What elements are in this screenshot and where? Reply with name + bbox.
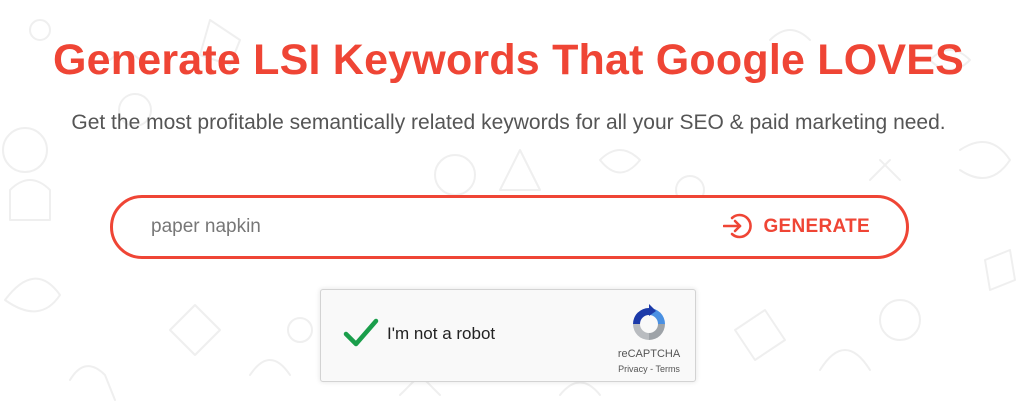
recaptcha-brand: reCAPTCHA	[617, 348, 681, 360]
recaptcha-label: I'm not a robot	[387, 324, 496, 343]
recaptcha-logo-icon	[629, 304, 669, 344]
enter-arrow-icon	[723, 213, 753, 242]
generate-button[interactable]: GENERATE	[723, 198, 870, 256]
keyword-search-bar: GENERATE	[110, 195, 909, 259]
page-title: Generate LSI Keywords That Google LOVES	[53, 36, 964, 84]
keyword-input[interactable]	[151, 198, 711, 256]
checkmark-icon[interactable]	[343, 316, 379, 350]
recaptcha-links: Privacy - Terms	[597, 364, 701, 374]
page-subtitle: Get the most profitable semantically rel…	[71, 111, 946, 134]
generate-button-label: GENERATE	[763, 216, 870, 237]
terms-link[interactable]: Terms	[655, 364, 680, 374]
privacy-link[interactable]: Privacy	[618, 364, 648, 374]
recaptcha-widget: I'm not a robot reCAPTCHA Privacy - Term…	[320, 289, 696, 382]
